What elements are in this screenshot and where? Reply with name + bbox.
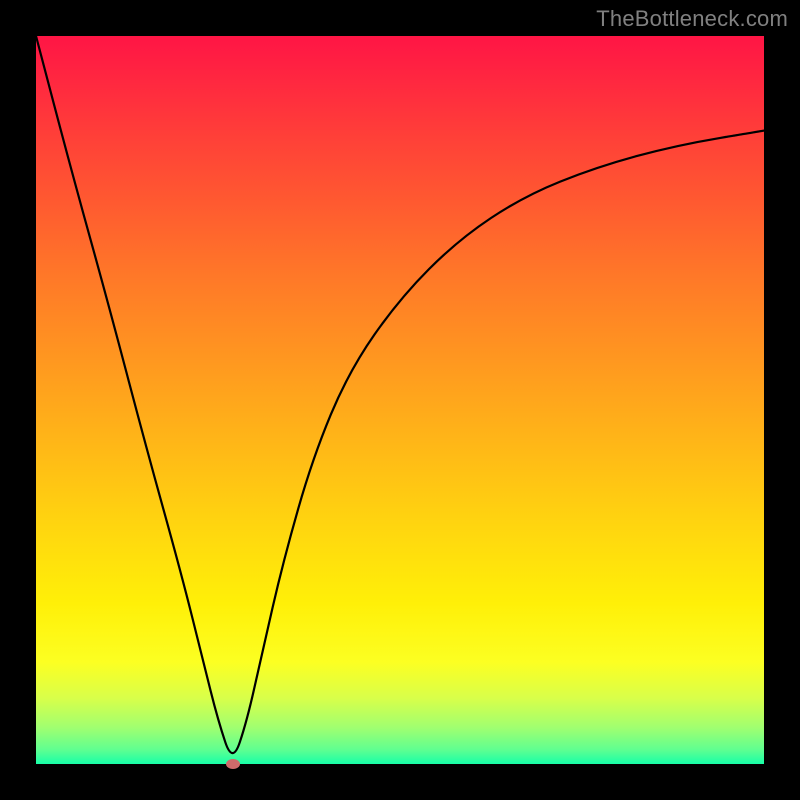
balanced-point-marker bbox=[226, 759, 240, 769]
chart-frame: TheBottleneck.com bbox=[0, 0, 800, 800]
curve-path bbox=[36, 36, 764, 753]
bottleneck-curve bbox=[36, 36, 764, 764]
plot-area bbox=[36, 36, 764, 764]
watermark-text: TheBottleneck.com bbox=[596, 6, 788, 32]
